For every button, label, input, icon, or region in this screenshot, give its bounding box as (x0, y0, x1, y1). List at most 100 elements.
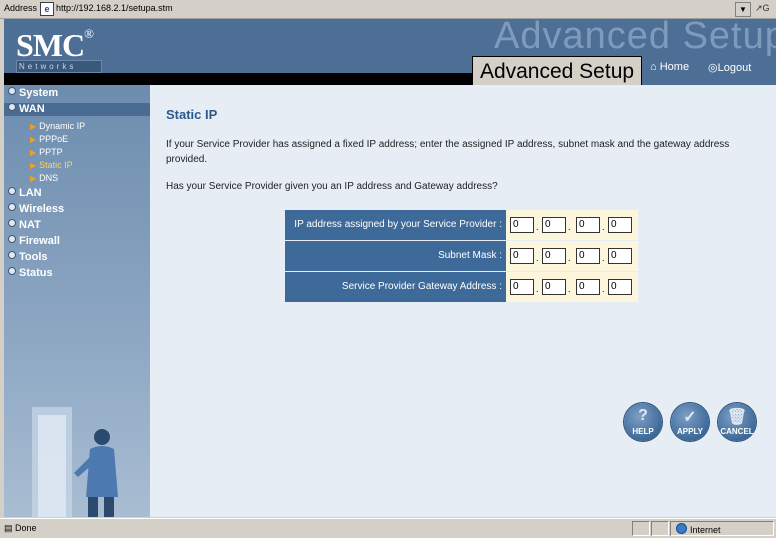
apply-label: APPLY (677, 427, 703, 436)
sidebar-item-tools[interactable]: Tools (8, 251, 48, 263)
logo-subtitle: Networks (16, 60, 102, 73)
sidebar: System WAN ▶ Dynamic IP ▶ PPPoE ▶ PPTP ▶ Sta… (4, 85, 150, 517)
sidebar-subitem-pptp[interactable]: ▶ PPTP (30, 147, 63, 157)
ip-address-row: . . . (506, 210, 638, 240)
gateway-label: Service Provider Gateway Address : (285, 272, 506, 302)
sidebar-subitem-label: DNS (39, 173, 59, 183)
gateway-octet-2[interactable] (542, 279, 566, 295)
decorative-person-illustration (32, 407, 118, 517)
ip-octet-1[interactable] (510, 217, 534, 233)
status-segment (651, 521, 669, 536)
sidebar-item-label: Tools (19, 251, 48, 263)
home-icon: ⌂ (650, 61, 657, 73)
gateway-octet-1[interactable] (510, 279, 534, 295)
subnet-octet-4[interactable] (608, 248, 632, 264)
header-divider (4, 73, 472, 85)
zone-indicator: Internet (676, 523, 721, 535)
gateway-octet-3[interactable] (576, 279, 600, 295)
address-label: Address (4, 3, 38, 13)
logo-text: SMC (16, 27, 85, 63)
triangle-icon: ▶ (30, 148, 37, 157)
subnet-octet-2[interactable] (542, 248, 566, 264)
bullet-icon (8, 219, 16, 227)
url-field[interactable]: http://192.168.2.1/setupa.stm (56, 3, 173, 13)
bullet-icon (8, 203, 16, 211)
bullet-icon (8, 187, 16, 195)
subnet-mask-row: . . . (506, 241, 638, 271)
chevron-down-icon[interactable]: ▼ (735, 2, 751, 17)
sidebar-item-lan[interactable]: LAN (8, 187, 42, 199)
sidebar-item-wan[interactable]: WAN (8, 103, 45, 115)
address-bar: Address e http://192.168.2.1/setupa.stm … (0, 0, 776, 19)
page-title-banner: Advanced Setup (472, 56, 642, 85)
logout-icon: ◎ (708, 62, 718, 74)
logout-label: Logout (717, 62, 752, 74)
registered-mark: ® (84, 26, 94, 42)
sidebar-item-label: LAN (19, 187, 42, 199)
cancel-label: CANCEL (720, 427, 754, 436)
static-ip-form: IP address assigned by your Service Prov… (285, 210, 638, 302)
cancel-button[interactable]: 🗑 CANCEL (718, 403, 756, 441)
gateway-row: . . . (506, 272, 638, 302)
sidebar-item-nat[interactable]: NAT (8, 219, 41, 231)
sidebar-item-label: WAN (19, 103, 45, 115)
sidebar-item-label: Status (19, 267, 53, 279)
bullet-icon (8, 103, 16, 111)
home-label: Home (659, 61, 690, 73)
status-segment (632, 521, 650, 536)
ip-octet-3[interactable] (576, 217, 600, 233)
globe-icon (676, 523, 687, 534)
page-title: Static IP (166, 107, 218, 122)
sidebar-item-wireless[interactable]: Wireless (8, 203, 64, 215)
status-text: ▤ Done (4, 523, 37, 533)
sidebar-item-label: NAT (19, 219, 41, 231)
check-icon: ✓ (683, 409, 697, 426)
sidebar-subitem-label: Static IP (39, 160, 73, 170)
main-content: Static IP If your Service Provider has a… (150, 85, 776, 517)
sidebar-subitem-dynamic-ip[interactable]: ▶ Dynamic IP (30, 121, 85, 131)
ip-address-label: IP address assigned by your Service Prov… (285, 210, 506, 240)
ie-page-icon: ▤ (4, 523, 13, 533)
triangle-icon: ▶ (30, 174, 37, 183)
triangle-icon: ▶ (30, 122, 37, 131)
zone-label: Internet (690, 525, 721, 535)
question-icon: ? (638, 407, 648, 424)
triangle-icon: ▶ (30, 161, 37, 170)
subnet-octet-3[interactable] (576, 248, 600, 264)
sidebar-item-label: Wireless (19, 203, 65, 215)
ie-page-icon: e (40, 2, 54, 16)
sidebar-subitem-label: PPPoE (39, 134, 69, 144)
ip-octet-4[interactable] (608, 217, 632, 233)
bullet-icon (8, 267, 16, 275)
gateway-octet-4[interactable] (608, 279, 632, 295)
sidebar-subitem-dns[interactable]: ▶ DNS (30, 173, 58, 183)
sidebar-item-system[interactable]: System (8, 87, 58, 99)
subnet-mask-label: Subnet Mask : (285, 241, 506, 271)
sidebar-subitem-label: PPTP (39, 147, 63, 157)
bullet-icon (8, 87, 16, 95)
logout-link[interactable]: ◎Logout (708, 61, 751, 74)
sidebar-subitem-static-ip[interactable]: ▶ Static IP (30, 160, 73, 170)
subnet-octet-1[interactable] (510, 248, 534, 264)
ip-octet-2[interactable] (542, 217, 566, 233)
header-watermark: Advanced Setup (494, 19, 776, 57)
bullet-icon (8, 251, 16, 259)
trash-icon: 🗑 (726, 409, 748, 426)
sidebar-item-label: Firewall (19, 235, 60, 247)
sidebar-item-status[interactable]: Status (8, 267, 53, 279)
status-bar: ▤ Done Internet (0, 518, 776, 538)
help-button[interactable]: ? HELP (624, 403, 662, 441)
sidebar-subitem-label: Dynamic IP (39, 121, 86, 131)
bullet-icon (8, 235, 16, 243)
sidebar-item-firewall[interactable]: Firewall (8, 235, 60, 247)
home-link[interactable]: ⌂ Home (650, 61, 689, 73)
smc-logo: SMC® (16, 26, 94, 64)
page-question: Has your Service Provider given you an I… (166, 181, 498, 192)
go-icon[interactable]: ↗G (755, 3, 770, 14)
sidebar-subitem-pppoe[interactable]: ▶ PPPoE (30, 134, 68, 144)
triangle-icon: ▶ (30, 135, 37, 144)
help-label: HELP (632, 427, 654, 436)
apply-button[interactable]: ✓ APPLY (671, 403, 709, 441)
sidebar-item-label: System (19, 87, 59, 99)
page-description: If your Service Provider has assigned a … (166, 139, 730, 165)
